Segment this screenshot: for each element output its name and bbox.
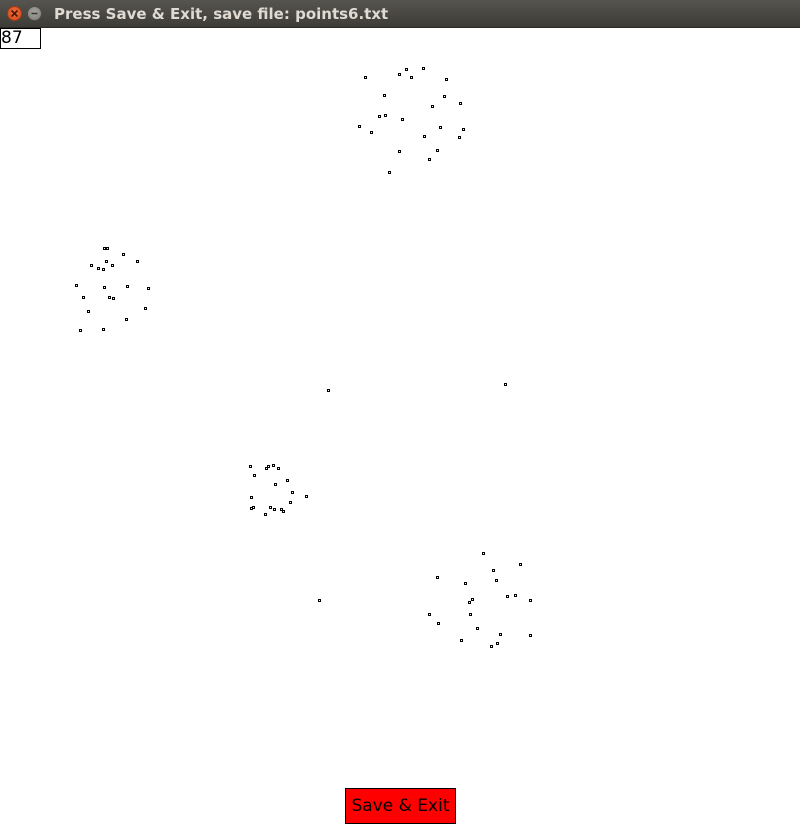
point-count-display: 87 — [0, 28, 41, 49]
point-marker — [103, 286, 106, 289]
point-marker — [384, 114, 387, 117]
point-marker — [388, 171, 391, 174]
point-marker — [82, 296, 85, 299]
point-marker — [327, 389, 330, 392]
points-layer — [0, 28, 800, 828]
point-marker — [437, 622, 440, 625]
drawing-canvas[interactable]: 87 Save & Exit — [0, 28, 800, 828]
point-marker — [291, 491, 294, 494]
point-marker — [506, 595, 509, 598]
point-marker — [423, 135, 426, 138]
point-marker — [398, 150, 401, 153]
point-marker — [273, 508, 276, 511]
point-marker — [250, 507, 253, 510]
point-marker — [504, 383, 507, 386]
point-marker — [364, 76, 367, 79]
point-marker — [289, 501, 292, 504]
point-marker — [102, 268, 105, 271]
window-title: Press Save & Exit, save file: points6.tx… — [54, 5, 389, 23]
point-marker — [250, 496, 253, 499]
point-marker — [443, 95, 446, 98]
point-marker — [398, 73, 401, 76]
point-marker — [458, 136, 461, 139]
point-marker — [428, 158, 431, 161]
point-marker — [378, 115, 381, 118]
point-marker — [126, 285, 129, 288]
point-marker — [249, 465, 252, 468]
point-marker — [460, 639, 463, 642]
point-marker — [105, 260, 108, 263]
point-marker — [439, 126, 442, 129]
point-marker — [286, 479, 289, 482]
point-marker — [106, 247, 109, 250]
point-marker — [464, 582, 467, 585]
point-marker — [136, 260, 139, 263]
point-marker — [318, 599, 321, 602]
point-marker — [490, 645, 493, 648]
point-marker — [75, 284, 78, 287]
point-marker — [428, 613, 431, 616]
point-marker — [108, 296, 111, 299]
point-marker — [102, 328, 105, 331]
point-marker — [125, 318, 128, 321]
point-marker — [499, 633, 502, 636]
point-marker — [529, 634, 532, 637]
point-marker — [529, 599, 532, 602]
point-marker — [436, 576, 439, 579]
point-marker — [471, 598, 474, 601]
point-marker — [405, 68, 408, 71]
point-marker — [97, 267, 100, 270]
point-marker — [253, 474, 256, 477]
point-marker — [492, 569, 495, 572]
point-marker — [468, 601, 471, 604]
point-marker — [122, 253, 125, 256]
point-marker — [264, 513, 267, 516]
point-marker — [112, 297, 115, 300]
app-window: Press Save & Exit, save file: points6.tx… — [0, 0, 800, 828]
point-marker — [282, 510, 285, 513]
title-bar[interactable]: Press Save & Exit, save file: points6.tx… — [0, 0, 800, 28]
point-marker — [383, 94, 386, 97]
point-marker — [144, 307, 147, 310]
point-marker — [274, 483, 277, 486]
minimize-icon[interactable] — [27, 6, 42, 21]
point-marker — [514, 594, 517, 597]
point-marker — [358, 125, 361, 128]
point-marker — [370, 131, 373, 134]
point-marker — [445, 78, 448, 81]
point-marker — [90, 264, 93, 267]
point-marker — [111, 264, 114, 267]
point-marker — [469, 613, 472, 616]
point-marker — [422, 67, 425, 70]
point-marker — [436, 149, 439, 152]
point-marker — [305, 495, 308, 498]
point-marker — [462, 128, 465, 131]
save-and-exit-button[interactable]: Save & Exit — [345, 788, 456, 824]
point-marker — [431, 105, 434, 108]
point-marker — [482, 552, 485, 555]
point-marker — [519, 563, 522, 566]
point-marker — [410, 76, 413, 79]
point-marker — [87, 310, 90, 313]
point-marker — [79, 329, 82, 332]
point-marker — [401, 118, 404, 121]
point-marker — [277, 467, 280, 470]
close-icon[interactable] — [7, 6, 22, 21]
point-marker — [267, 465, 270, 468]
point-marker — [495, 579, 498, 582]
point-marker — [496, 642, 499, 645]
point-marker — [476, 627, 479, 630]
point-marker — [459, 102, 462, 105]
point-marker — [272, 464, 275, 467]
point-marker — [269, 506, 272, 509]
point-marker — [147, 287, 150, 290]
